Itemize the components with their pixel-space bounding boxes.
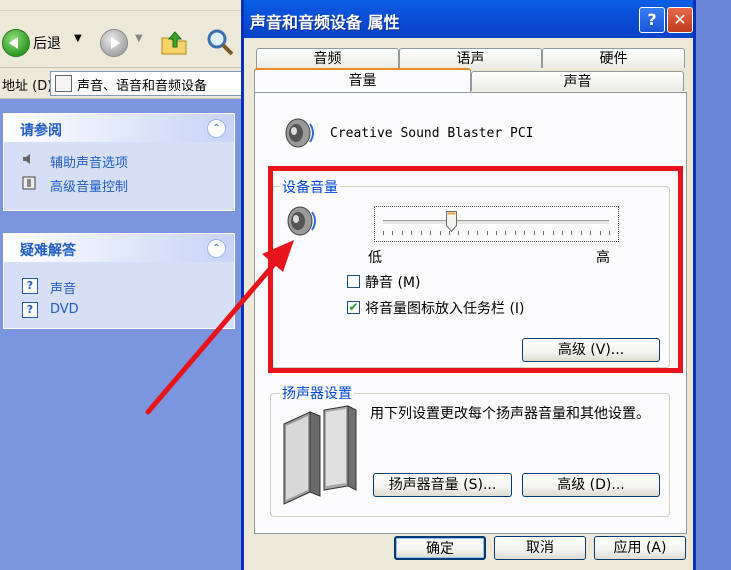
- sound-properties-dialog: 声音和音频设备 属性 ? ✕ 音频 语声 硬件 音量 声音 Creative S…: [241, 0, 696, 570]
- see-also-item[interactable]: 辅助声音选项: [4, 148, 234, 172]
- slider-tick: [552, 231, 554, 235]
- apply-button[interactable]: 应用 (A): [594, 536, 686, 560]
- speaker-icon: [285, 118, 314, 148]
- speaker-icon: [23, 154, 30, 164]
- slider-tick: [590, 231, 592, 235]
- slider-tick: [543, 231, 545, 235]
- slider-track[interactable]: [383, 220, 609, 225]
- slider-tick: [486, 231, 488, 235]
- dialog-client: 音频 语声 硬件 音量 声音 Creative Sound Blaster PC…: [244, 38, 693, 570]
- forward-arrow-icon[interactable]: [100, 29, 128, 57]
- help-icon: ?: [22, 278, 38, 294]
- item-label[interactable]: DVD: [50, 302, 79, 317]
- cancel-button[interactable]: 取消: [494, 536, 586, 560]
- see-also-panel: 请参阅 ⌃ 辅助声音选项 高级音量控制: [3, 113, 235, 211]
- slider-thumb[interactable]: [445, 211, 457, 232]
- troubleshoot-item[interactable]: ? DVD: [4, 298, 234, 322]
- slider-tick: [599, 231, 601, 235]
- folder-up-icon[interactable]: [160, 28, 188, 56]
- ok-button[interactable]: 确定: [394, 536, 486, 560]
- slider-tick: [505, 231, 507, 235]
- address-field[interactable]: 声音、语音和音频设备: [50, 71, 247, 96]
- help-button[interactable]: ?: [639, 7, 665, 33]
- slider-tick: [392, 231, 394, 235]
- speaker-settings-label: 扬声器设置: [280, 383, 354, 403]
- see-also-title: 请参阅: [20, 123, 62, 139]
- task-pane: 请参阅 ⌃ 辅助声音选项 高级音量控制 疑难解答 ⌃ ? 声音 ? DVD: [0, 99, 245, 570]
- device-name: Creative Sound Blaster PCI: [330, 126, 534, 141]
- search-icon[interactable]: [205, 27, 235, 57]
- slider-tick: [411, 231, 413, 235]
- slider-tick: [571, 231, 573, 235]
- tab-hardware[interactable]: 硬件: [542, 48, 685, 68]
- collapse-chevron-icon[interactable]: ⌃: [207, 239, 226, 258]
- slider-tick: [458, 231, 460, 235]
- slider-tick: [401, 231, 403, 235]
- slider-tick: [383, 231, 384, 235]
- dialog-title: 声音和音频设备 属性: [250, 13, 400, 32]
- slider-tick: [609, 231, 610, 235]
- mute-checkbox[interactable]: [347, 275, 360, 288]
- dialog-titlebar[interactable]: 声音和音频设备 属性 ? ✕: [244, 0, 693, 38]
- close-button[interactable]: ✕: [667, 7, 693, 33]
- slider-tick: [533, 231, 535, 235]
- explorer-toolbar: 后退 ▼ ▼: [0, 11, 245, 68]
- see-also-item[interactable]: 高级音量控制: [4, 172, 234, 196]
- volume-slider[interactable]: [374, 206, 619, 242]
- troubleshoot-panel: 疑难解答 ⌃ ? 声音 ? DVD: [3, 233, 235, 329]
- back-dropdown-icon[interactable]: ▼: [74, 33, 82, 44]
- slider-tick: [430, 231, 432, 235]
- address-value[interactable]: 声音、语音和音频设备: [77, 75, 207, 94]
- slider-tick: [580, 231, 582, 235]
- tab-audio[interactable]: 音频: [256, 48, 399, 68]
- tray-icon-checkbox[interactable]: ✔: [347, 301, 360, 314]
- control-panel-icon: [55, 75, 72, 92]
- volume-control-icon: [22, 176, 36, 190]
- item-label[interactable]: 辅助声音选项: [50, 152, 128, 171]
- speaker-icon: [287, 206, 316, 236]
- slider-high-label: 高: [596, 250, 610, 266]
- collapse-chevron-icon[interactable]: ⌃: [207, 119, 226, 138]
- slider-tick: [467, 231, 469, 235]
- slider-tick: [561, 231, 563, 235]
- troubleshoot-item[interactable]: ? 声音: [4, 274, 234, 298]
- slider-tick: [496, 231, 497, 235]
- tab-voice[interactable]: 语声: [399, 48, 542, 68]
- slider-tick: [524, 231, 526, 235]
- speaker-advanced-button[interactable]: 高级 (D)...: [522, 473, 660, 497]
- speakers-icon: [283, 405, 357, 505]
- address-bar: 地址 (D) 声音、语音和音频设备: [0, 68, 247, 99]
- tab-sounds[interactable]: 声音: [471, 71, 684, 91]
- see-also-header[interactable]: 请参阅 ⌃: [4, 114, 234, 142]
- slider-tick: [439, 231, 441, 235]
- slider-tick: [420, 231, 422, 235]
- troubleshoot-header[interactable]: 疑难解答 ⌃: [4, 234, 234, 262]
- mute-label[interactable]: 静音 (M): [365, 272, 420, 292]
- slider-tick: [477, 231, 479, 235]
- slider-tick: [514, 231, 516, 235]
- address-label: 地址 (D): [2, 79, 53, 94]
- back-button-label[interactable]: 后退: [33, 33, 61, 53]
- tray-icon-label[interactable]: 将音量图标放入任务栏 (I): [365, 298, 525, 318]
- menu-bar: [0, 0, 245, 11]
- item-label[interactable]: 高级音量控制: [50, 176, 128, 195]
- troubleshoot-title: 疑难解答: [20, 243, 76, 259]
- explorer-window: 后退 ▼ ▼ 地址 (D) 声音、语音和音频设备 请参阅 ⌃ 辅助声音选项 高级…: [0, 0, 247, 570]
- volume-advanced-button[interactable]: 高级 (V)...: [522, 338, 660, 362]
- item-label[interactable]: 声音: [50, 278, 76, 297]
- tab-volume[interactable]: 音量: [254, 68, 471, 92]
- forward-dropdown-icon[interactable]: ▼: [135, 33, 143, 44]
- device-volume-label: 设备音量: [280, 177, 340, 197]
- speaker-settings-description: 用下列设置更改每个扬声器音量和其他设置。: [370, 406, 650, 422]
- speaker-volume-button[interactable]: 扬声器音量 (S)...: [373, 473, 512, 497]
- back-arrow-icon[interactable]: [2, 29, 30, 57]
- slider-low-label: 低: [368, 250, 382, 266]
- help-icon: ?: [22, 302, 38, 318]
